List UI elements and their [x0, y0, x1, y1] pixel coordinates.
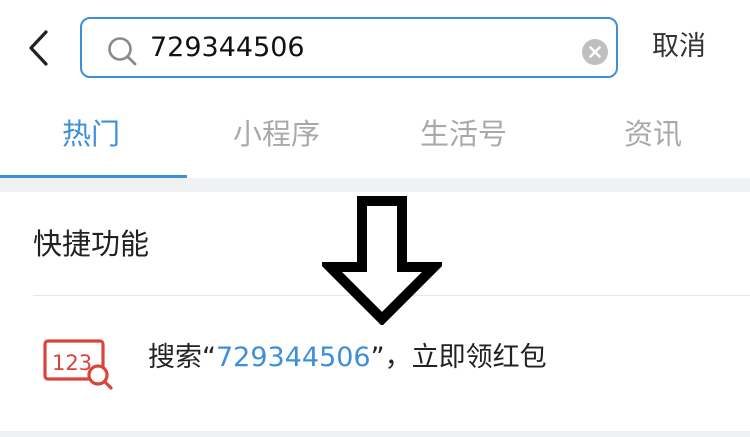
bottom-separator [0, 431, 750, 437]
alipay-search-screen: 取消 热门 小程序 生活号 资讯 快捷功能 123 搜索“729344506”，… [0, 0, 750, 437]
number-search-icon: 123 [43, 339, 113, 390]
down-arrow-icon [322, 196, 442, 325]
search-header: 取消 [0, 0, 750, 98]
tab-bar: 热门 小程序 生活号 资讯 [0, 98, 750, 178]
quick-search-suffix: ”，立即领红包 [370, 342, 547, 373]
cancel-button[interactable]: 取消 [652, 27, 706, 67]
clear-icon[interactable] [581, 38, 609, 66]
back-arrow-icon [29, 30, 48, 66]
tab-news[interactable]: 资讯 [624, 114, 682, 154]
search-input[interactable] [150, 27, 570, 69]
tab-mini-programs[interactable]: 小程序 [233, 114, 320, 154]
section-separator [0, 178, 750, 192]
quick-search-prefix: 搜索“ [148, 342, 216, 373]
search-icon [108, 37, 137, 66]
back-button[interactable] [22, 28, 58, 68]
number-icon-text: 123 [52, 351, 92, 375]
search-box[interactable] [80, 17, 618, 78]
tab-hot[interactable]: 热门 [62, 114, 120, 154]
tab-life-accounts[interactable]: 生活号 [420, 114, 507, 154]
quick-search-query: 729344506 [216, 342, 371, 373]
quick-search-label: 搜索“729344506”，立即领红包 [148, 338, 547, 378]
quick-functions-title: 快捷功能 [33, 227, 150, 261]
